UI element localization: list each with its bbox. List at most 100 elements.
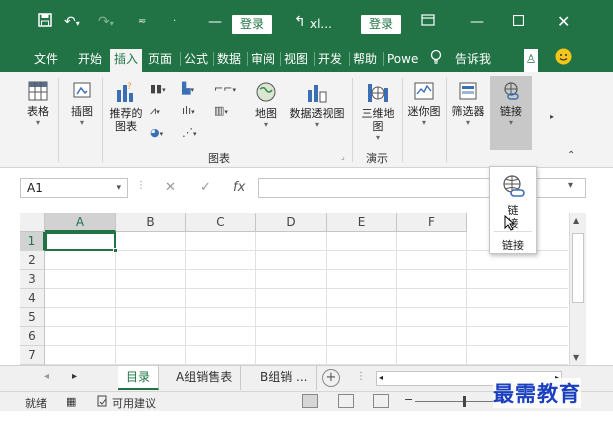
row-header[interactable]: 7 <box>20 346 45 365</box>
insert-function-button[interactable]: fx <box>233 180 245 195</box>
scroll-thumb[interactable] <box>572 233 584 303</box>
vertical-scrollbar[interactable]: ▲ ▼ <box>569 213 586 365</box>
prev-sheet-icon[interactable]: ◂ <box>44 371 49 382</box>
column-header[interactable]: E <box>327 213 397 232</box>
expand-formula-icon[interactable]: ▾ <box>568 180 573 191</box>
tab-page-layout[interactable]: 页面 <box>148 49 172 72</box>
link-globe-icon <box>503 175 525 197</box>
row-header[interactable]: 1 <box>20 232 45 251</box>
share-person-icon[interactable]: ♙ <box>524 49 538 72</box>
tab-review[interactable]: 审阅 <box>251 49 275 72</box>
column-chart-icon[interactable]: ▮▮▾ <box>150 82 166 95</box>
cancel-entry-icon[interactable]: ✕ <box>165 180 176 195</box>
zoom-slider[interactable] <box>415 401 505 402</box>
selected-cell[interactable] <box>45 232 116 251</box>
row-header[interactable]: 2 <box>20 251 45 270</box>
row-header[interactable]: 4 <box>20 289 45 308</box>
next-sheet-icon[interactable]: ▸ <box>72 371 77 382</box>
waterfall-chart-icon[interactable]: ⌐⌐▾ <box>214 82 236 95</box>
column-header[interactable]: F <box>397 213 467 232</box>
scroll-down-icon[interactable]: ▼ <box>573 353 579 362</box>
minimize-window-icon[interactable]: — <box>470 13 484 31</box>
row-header[interactable]: 3 <box>20 270 45 289</box>
tab-separator <box>314 52 315 66</box>
scatter-chart-icon[interactable]: ⋰▾ <box>182 126 197 139</box>
sheet-tab-1[interactable]: A组销售表 <box>168 366 242 390</box>
statistic-chart-icon[interactable]: ılı▾ <box>182 104 195 117</box>
select-all-corner[interactable] <box>20 213 45 232</box>
tab-developer[interactable]: 开发 <box>318 49 342 72</box>
link-dropdown-popup[interactable]: 链 接 链接 <box>489 166 537 254</box>
link-button[interactable]: 链接 ▾ <box>490 76 532 150</box>
column-header[interactable]: A <box>45 213 116 232</box>
tab-data[interactable]: 数据 <box>217 49 241 72</box>
undo-icon[interactable]: ↶▾ <box>64 13 80 31</box>
tab-home[interactable]: 开始 <box>78 49 102 72</box>
grip-icon: ⋮ <box>356 371 366 382</box>
sheet-tab-2[interactable]: B组销 ... <box>252 366 317 390</box>
illustrations-button[interactable]: 插图 ▾ <box>66 80 98 128</box>
tab-insert[interactable]: 插入 <box>110 49 143 72</box>
cell-mode-icon[interactable]: ▦ <box>66 395 76 408</box>
tab-view[interactable]: 视图 <box>284 49 308 72</box>
filters-button[interactable]: 筛选器 ▾ <box>448 80 488 128</box>
login-button-2[interactable]: 登录 <box>361 15 402 34</box>
spreadsheet-grid[interactable]: ABCDEF 1234567 <box>20 213 568 365</box>
close-window-icon[interactable]: ✕ <box>557 13 570 31</box>
normal-view-icon[interactable] <box>302 394 318 408</box>
chevron-down-icon[interactable]: ▾ <box>116 179 121 197</box>
sparklines-button[interactable]: 迷你图 ▾ <box>404 80 444 128</box>
collapse-ribbon-icon[interactable]: ⌃ <box>567 150 575 161</box>
row-header[interactable]: 5 <box>20 308 45 327</box>
line-chart-icon[interactable]: ⩘▾ <box>150 104 160 118</box>
page-break-view-icon[interactable] <box>373 394 389 408</box>
minimize-ribbon-icon[interactable]: — <box>208 13 222 31</box>
pie-chart-icon[interactable]: ◕▾ <box>150 126 163 139</box>
scroll-left-icon[interactable]: ◂ <box>379 373 383 382</box>
zoom-out-icon[interactable]: − <box>404 393 413 406</box>
back-arrow-icon[interactable]: ↰ <box>294 13 306 31</box>
map-button[interactable]: 地图 ▾ <box>252 80 280 130</box>
tab-formulas[interactable]: 公式 <box>184 49 208 72</box>
login-button[interactable]: 登录 <box>232 15 273 34</box>
dropdown-dot-icon: · <box>173 16 177 27</box>
column-header[interactable]: B <box>116 213 186 232</box>
pivot-chart-button[interactable]: 数据透视图 ▾ <box>286 80 348 130</box>
svg-text:?: ? <box>127 82 132 92</box>
fill-handle[interactable] <box>113 248 118 253</box>
recommended-charts-button[interactable]: ? 推荐的 图表 <box>106 80 146 133</box>
tab-power[interactable]: Powe <box>387 49 418 72</box>
scroll-up-icon[interactable]: ▲ <box>573 216 579 225</box>
row-header[interactable]: 6 <box>20 327 45 346</box>
combo-chart-icon[interactable]: ▥▾ <box>214 104 228 117</box>
accessibility-status[interactable]: 可用建议 <box>112 395 156 411</box>
hierarchy-chart-icon[interactable]: ▙▾ <box>182 82 194 95</box>
sheet-tab-0[interactable]: 目录 <box>118 366 160 390</box>
quick-access-customize-icon[interactable]: ≂ <box>138 13 146 31</box>
confirm-entry-icon[interactable]: ✓ <box>200 180 211 195</box>
redo-icon[interactable]: ↷▾ <box>98 13 114 31</box>
3d-globe-icon <box>368 84 388 102</box>
maximize-window-icon[interactable] <box>512 13 525 31</box>
column-header[interactable]: C <box>186 213 256 232</box>
page-layout-view-icon[interactable] <box>338 394 354 408</box>
tell-me-search[interactable]: 告诉我 <box>455 49 491 72</box>
ribbon-display-icon[interactable] <box>421 13 435 31</box>
accessibility-icon[interactable] <box>97 395 108 410</box>
link-icon <box>504 82 519 100</box>
dialog-launcher-icon[interactable]: ⌟ <box>341 152 345 161</box>
column-header[interactable]: D <box>256 213 327 232</box>
3d-map-button[interactable]: 三维地 图 ▾ <box>358 80 398 143</box>
lightbulb-icon[interactable] <box>430 49 442 72</box>
add-sheet-button[interactable]: + <box>322 369 340 387</box>
zoom-slider-knob[interactable] <box>463 396 466 407</box>
table-button[interactable]: 表格 ▾ <box>22 80 54 128</box>
ribbon-scroll-right-icon[interactable]: ▸ <box>550 112 554 121</box>
group-label-tours: 演示 <box>366 152 388 165</box>
chevron-down-icon: ▾ <box>79 118 84 127</box>
save-icon[interactable] <box>38 13 52 31</box>
name-box[interactable]: A1 ▾ <box>20 178 128 198</box>
feedback-smiley-icon[interactable] <box>555 48 572 71</box>
tab-file[interactable]: 文件 <box>34 49 58 72</box>
tab-help[interactable]: 帮助 <box>353 49 377 72</box>
